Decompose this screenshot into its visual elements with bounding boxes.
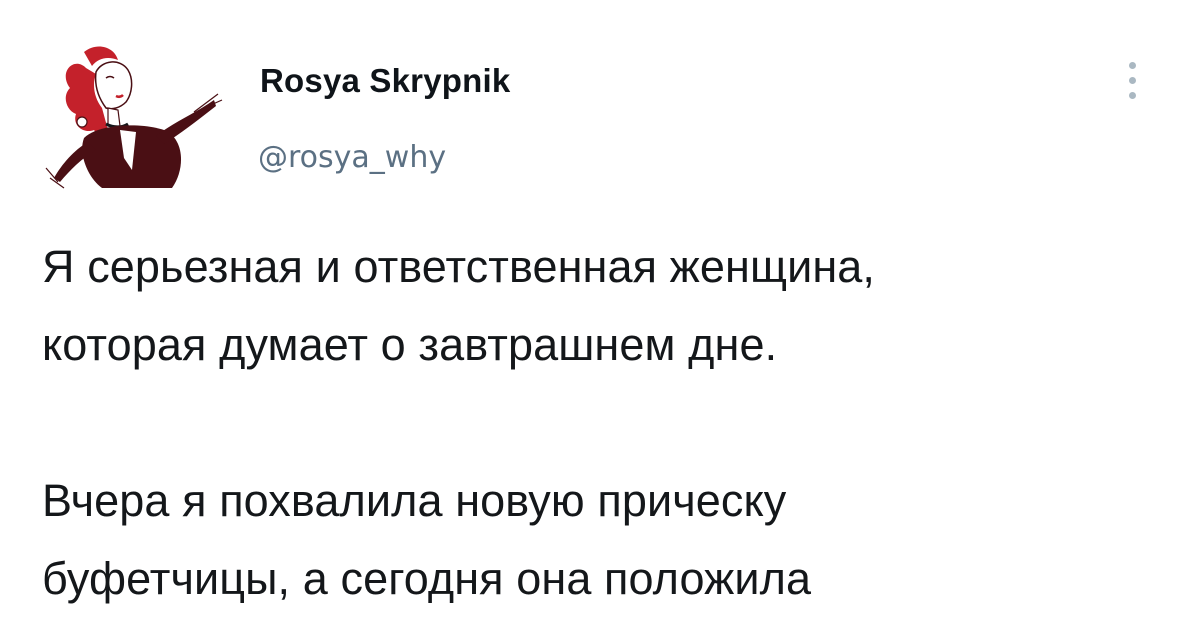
author-display-name[interactable]: Rosya Skrypnik: [260, 62, 510, 100]
more-dot: [1129, 92, 1136, 99]
avatar[interactable]: [44, 38, 224, 198]
more-dot: [1129, 62, 1136, 69]
tweet-text-line: Вчера я похвалила новую прическу: [42, 475, 787, 526]
tweet-text: Я серьезная и ответственная женщина, кот…: [42, 228, 1182, 618]
author-handle[interactable]: @rosya_why: [258, 140, 446, 175]
tweet-text-line: буфетчицы, а сегодня она положила: [42, 553, 812, 604]
more-options-icon[interactable]: [1118, 56, 1148, 106]
tweet-text-line: которая думает о завтрашнем дне.: [42, 319, 778, 370]
avatar-illustration-icon: [45, 46, 223, 189]
tweet-text-line: Я серьезная и ответственная женщина,: [42, 241, 876, 292]
more-dot: [1129, 77, 1136, 84]
tweet-card: Rosya Skrypnik @rosya_why Я серьезная и …: [0, 0, 1200, 628]
